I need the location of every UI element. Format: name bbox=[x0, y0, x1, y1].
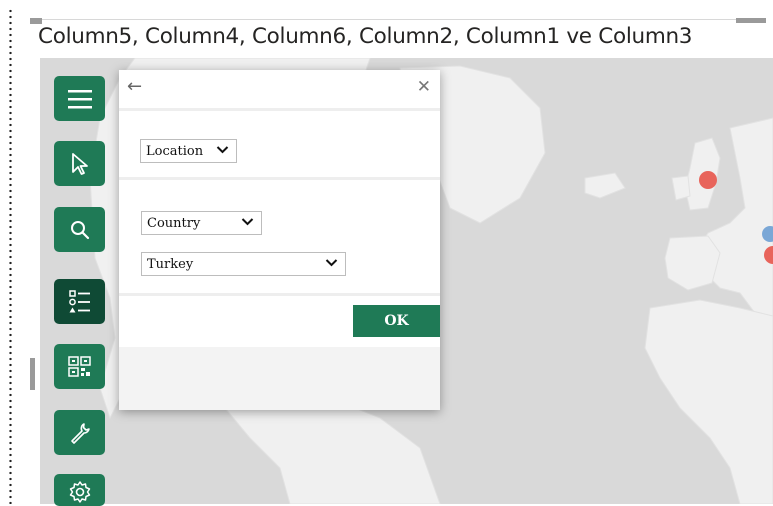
grid-tool-button[interactable] bbox=[54, 344, 105, 389]
filter-dialog: ← ✕ Location Country Turkey OK bbox=[119, 70, 440, 410]
visual-border-top bbox=[40, 19, 740, 20]
dialog-footer bbox=[119, 347, 440, 410]
location-select-value: Location bbox=[146, 143, 204, 159]
tools-button[interactable] bbox=[54, 410, 105, 455]
search-icon bbox=[70, 220, 89, 239]
layers-button[interactable] bbox=[54, 279, 105, 324]
value-select-value: Turkey bbox=[147, 256, 194, 272]
location-select[interactable]: Location bbox=[140, 139, 237, 163]
dotted-page-edge bbox=[9, 8, 12, 504]
dialog-separator bbox=[119, 177, 440, 180]
resize-handle-left[interactable] bbox=[30, 358, 35, 390]
layer-list-icon bbox=[68, 289, 90, 312]
settings-button[interactable] bbox=[54, 474, 105, 506]
visual-title: Column5, Column4, Column6, Column2, Colu… bbox=[38, 24, 693, 49]
resize-handle-top-right[interactable] bbox=[736, 18, 766, 23]
close-button[interactable]: ✕ bbox=[417, 77, 431, 97]
map-marker-uk[interactable] bbox=[699, 171, 717, 189]
dialog-separator bbox=[119, 293, 440, 296]
chevron-down-icon bbox=[216, 146, 229, 154]
ok-button[interactable]: OK bbox=[353, 305, 440, 337]
pointer-select-icon bbox=[71, 152, 88, 175]
value-select[interactable]: Turkey bbox=[141, 252, 346, 276]
back-button[interactable]: ← bbox=[127, 76, 142, 97]
chevron-down-icon bbox=[325, 259, 338, 267]
menu-button[interactable] bbox=[54, 76, 105, 121]
dialog-separator bbox=[119, 108, 440, 111]
qr-grid-icon bbox=[67, 355, 91, 377]
field-select[interactable]: Country bbox=[141, 211, 262, 235]
select-tool-button[interactable] bbox=[54, 141, 105, 186]
wrench-icon bbox=[70, 422, 90, 444]
chevron-down-icon bbox=[241, 218, 254, 226]
hamburger-menu-icon bbox=[67, 89, 92, 108]
gear-icon bbox=[69, 481, 90, 503]
search-button[interactable] bbox=[54, 207, 105, 252]
field-select-value: Country bbox=[147, 215, 201, 231]
